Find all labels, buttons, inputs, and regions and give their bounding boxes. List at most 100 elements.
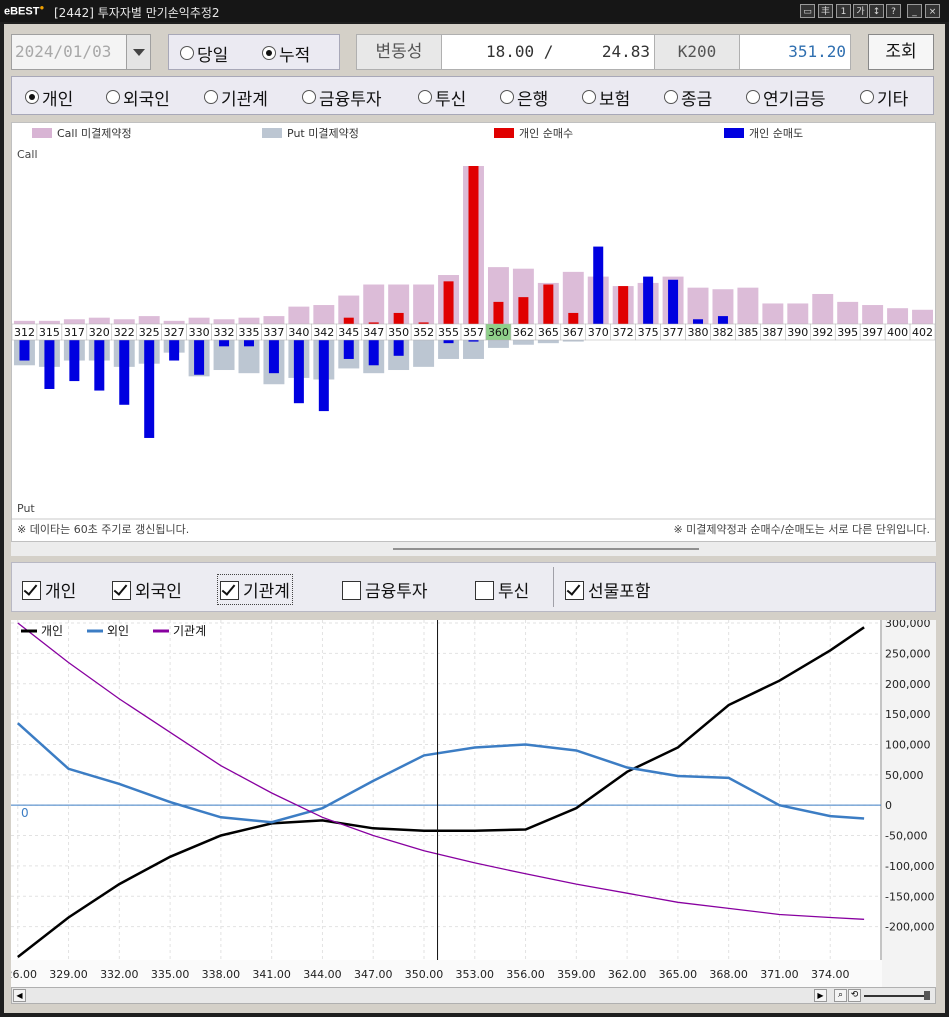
radio-circle-icon	[25, 90, 39, 104]
y-tick-label: 100,000	[885, 738, 931, 751]
minimize-icon[interactable]: _	[907, 4, 922, 18]
strike-label: 375	[638, 326, 659, 339]
volatility-field[interactable]: 18.00 / 24.83	[441, 34, 655, 70]
radio-individual[interactable]: 개인	[25, 85, 73, 110]
strike-label: 342	[313, 326, 334, 339]
radio-foreign[interactable]: 외국인	[106, 85, 170, 110]
strike-label: 337	[263, 326, 284, 339]
call-net-bar	[568, 312, 579, 324]
checkbox-foreign[interactable]: 외국인	[112, 577, 182, 602]
strike-label: 402	[912, 326, 933, 339]
open-interest-chart: Call 미결제약정 Put 미결제약정 개인 순매수 개인 순매도 Call Put 31…	[11, 126, 936, 536]
chevron-down-icon[interactable]	[126, 35, 150, 69]
close-icon[interactable]: ×	[925, 4, 940, 18]
call-oi-bar	[63, 319, 85, 324]
radio-circle-icon	[860, 90, 874, 104]
x-axis-panel	[11, 960, 882, 987]
x-tick-label: 374.00	[811, 968, 850, 981]
checkbox-financial-investment[interactable]: 금융투자	[342, 577, 428, 602]
line-chart-panel: 326.00 329.00 332.00 335.00 338.00 341.00 344.…	[0, 617, 936, 987]
strike-label: 317	[64, 326, 85, 339]
scroll-right-icon[interactable]: ▶	[814, 989, 827, 1002]
put-net-bar	[343, 340, 354, 359]
mode-group: 당일 누적	[168, 34, 340, 70]
legend-label: Put 미결제약정	[287, 126, 359, 140]
zoom-in-icon[interactable]: ⌕	[834, 989, 847, 1002]
zoom-slider-track[interactable]	[864, 995, 930, 997]
radio-institution[interactable]: 기관계	[204, 85, 268, 110]
x-tick-label: 356.00	[506, 968, 545, 981]
x-tick-label: 365.00	[659, 968, 698, 981]
checkbox-investment-trust[interactable]: 투신	[475, 577, 529, 602]
radio-investment-trust[interactable]: 투신	[418, 85, 466, 110]
strike-label: 312	[14, 326, 35, 339]
updown-icon[interactable]: ↕	[869, 4, 884, 18]
strike-label: 315	[39, 326, 60, 339]
put-net-bar	[219, 340, 230, 347]
x-tick-label: 341.00	[252, 968, 291, 981]
investor-radio-group: 개인 외국인 기관계 금융투자 투신 은행 보험 종금 연기금등 기타	[11, 76, 934, 115]
radio-circle-icon	[106, 90, 120, 104]
strike-label: 350	[388, 326, 409, 339]
call-oi-bar	[737, 287, 759, 324]
k200-value: 351.20	[739, 34, 851, 70]
checkbox-individual[interactable]: 개인	[22, 577, 76, 602]
legend-swatch	[32, 128, 52, 138]
strike-label: 320	[89, 326, 110, 339]
x-tick-label: 353.00	[456, 968, 495, 981]
x-tick-label: 332.00	[100, 968, 139, 981]
put-net-bar	[194, 340, 205, 375]
query-button[interactable]: 조회	[868, 34, 934, 70]
strike-label: 397	[862, 326, 883, 339]
call-oi-bar	[238, 317, 260, 324]
y-tick-label: 50,000	[885, 769, 924, 782]
date-picker[interactable]: 2024/01/03	[11, 34, 151, 70]
radio-circle-icon	[180, 46, 194, 60]
legend-label: 개인 순매수	[519, 127, 573, 140]
strike-label: 340	[288, 326, 309, 339]
pin-icon[interactable]: 丰	[818, 4, 833, 18]
call-oi-bar	[363, 284, 385, 324]
put-net-bar	[94, 340, 105, 391]
y-tick-label: -150,000	[885, 890, 934, 903]
strike-label: 387	[762, 326, 783, 339]
radio-bank[interactable]: 은행	[500, 85, 548, 110]
put-net-bar	[443, 340, 454, 344]
k200-label: K200	[654, 34, 740, 70]
radio-other[interactable]: 기타	[860, 85, 908, 110]
x-tick-label: 347.00	[354, 968, 393, 981]
strike-label: 390	[787, 326, 808, 339]
call-net-bar	[693, 319, 704, 324]
font-icon[interactable]: 가	[853, 4, 868, 18]
splitter[interactable]	[11, 542, 936, 556]
radio-insurance[interactable]: 보험	[582, 85, 630, 110]
strike-label: 322	[114, 326, 135, 339]
radio-cumulative[interactable]: 누적	[262, 41, 310, 66]
legend-label: 기관계	[173, 624, 206, 638]
app-logo: eBEST●	[4, 3, 45, 18]
screen-icon[interactable]: ▭	[800, 4, 815, 18]
radio-circle-icon	[746, 90, 760, 104]
one-icon[interactable]: 1	[836, 4, 851, 18]
zoom-reset-icon[interactable]: ⟲	[848, 989, 861, 1002]
help-icon[interactable]: ?	[886, 4, 901, 18]
call-oi-bar	[687, 287, 709, 324]
strike-label: 332	[214, 326, 235, 339]
put-net-bar	[44, 340, 55, 389]
radio-daily[interactable]: 당일	[180, 41, 228, 66]
horizontal-scrollbar[interactable]: ◀ ▶ ⌕ ⟲	[11, 987, 936, 1004]
call-oi-bar	[762, 303, 784, 324]
checkbox-institution[interactable]: 기관계	[217, 574, 293, 605]
zoom-slider-thumb[interactable]	[924, 991, 930, 1000]
checkbox-include-futures[interactable]: 선물포함	[565, 577, 651, 602]
call-oi-bar	[138, 316, 160, 324]
put-net-bar	[293, 340, 304, 404]
strike-label: 367	[563, 326, 584, 339]
strike-label: 370	[588, 326, 609, 339]
call-oi-bar	[88, 317, 110, 324]
radio-pension[interactable]: 연기금등	[746, 85, 826, 110]
radio-merchant-bank[interactable]: 종금	[664, 85, 712, 110]
checkbox-icon	[475, 581, 494, 600]
scroll-left-icon[interactable]: ◀	[13, 989, 26, 1002]
radio-financial-investment[interactable]: 금융투자	[302, 85, 382, 110]
